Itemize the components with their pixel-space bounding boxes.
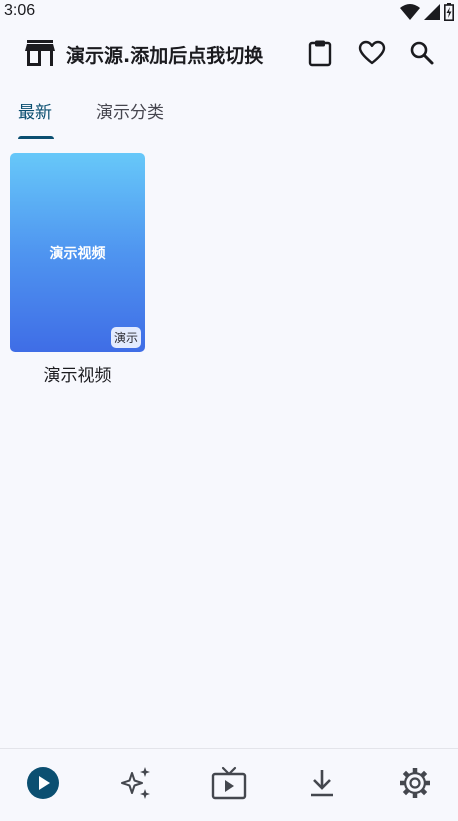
- settings-icon[interactable]: [397, 765, 433, 801]
- source-badge: 演示: [110, 327, 141, 348]
- favorite-icon[interactable]: [356, 37, 388, 69]
- tab-latest[interactable]: 最新: [18, 98, 52, 123]
- status-icons: [400, 3, 454, 21]
- bottom-nav: [0, 748, 458, 821]
- app-title[interactable]: 演示源.添加后点我切换: [66, 41, 263, 68]
- clipboard-icon[interactable]: [304, 37, 336, 69]
- download-icon[interactable]: [304, 765, 340, 801]
- status-bar: 3:06: [0, 0, 458, 24]
- signal-icon: [424, 4, 440, 20]
- tab-demo-category[interactable]: 演示分类: [96, 98, 164, 123]
- wifi-icon: [400, 4, 420, 20]
- status-time: 3:06: [4, 2, 36, 19]
- tab-indicator: [18, 136, 54, 139]
- sparkle-icon[interactable]: [118, 765, 154, 801]
- search-icon[interactable]: [406, 37, 438, 69]
- video-card[interactable]: 演示视频 演示 演示视频: [10, 153, 145, 386]
- play-circle-icon[interactable]: [25, 765, 61, 801]
- video-thumbnail[interactable]: 演示视频 演示: [10, 153, 145, 352]
- tab-bar: 最新 演示分类: [0, 90, 458, 142]
- video-title[interactable]: 演示视频: [10, 361, 145, 386]
- tv-icon[interactable]: [211, 765, 247, 801]
- thumbnail-text: 演示视频: [49, 246, 106, 262]
- store-icon[interactable]: [24, 38, 56, 72]
- battery-icon: [444, 3, 454, 21]
- app-bar: 演示源.添加后点我切换: [0, 30, 458, 76]
